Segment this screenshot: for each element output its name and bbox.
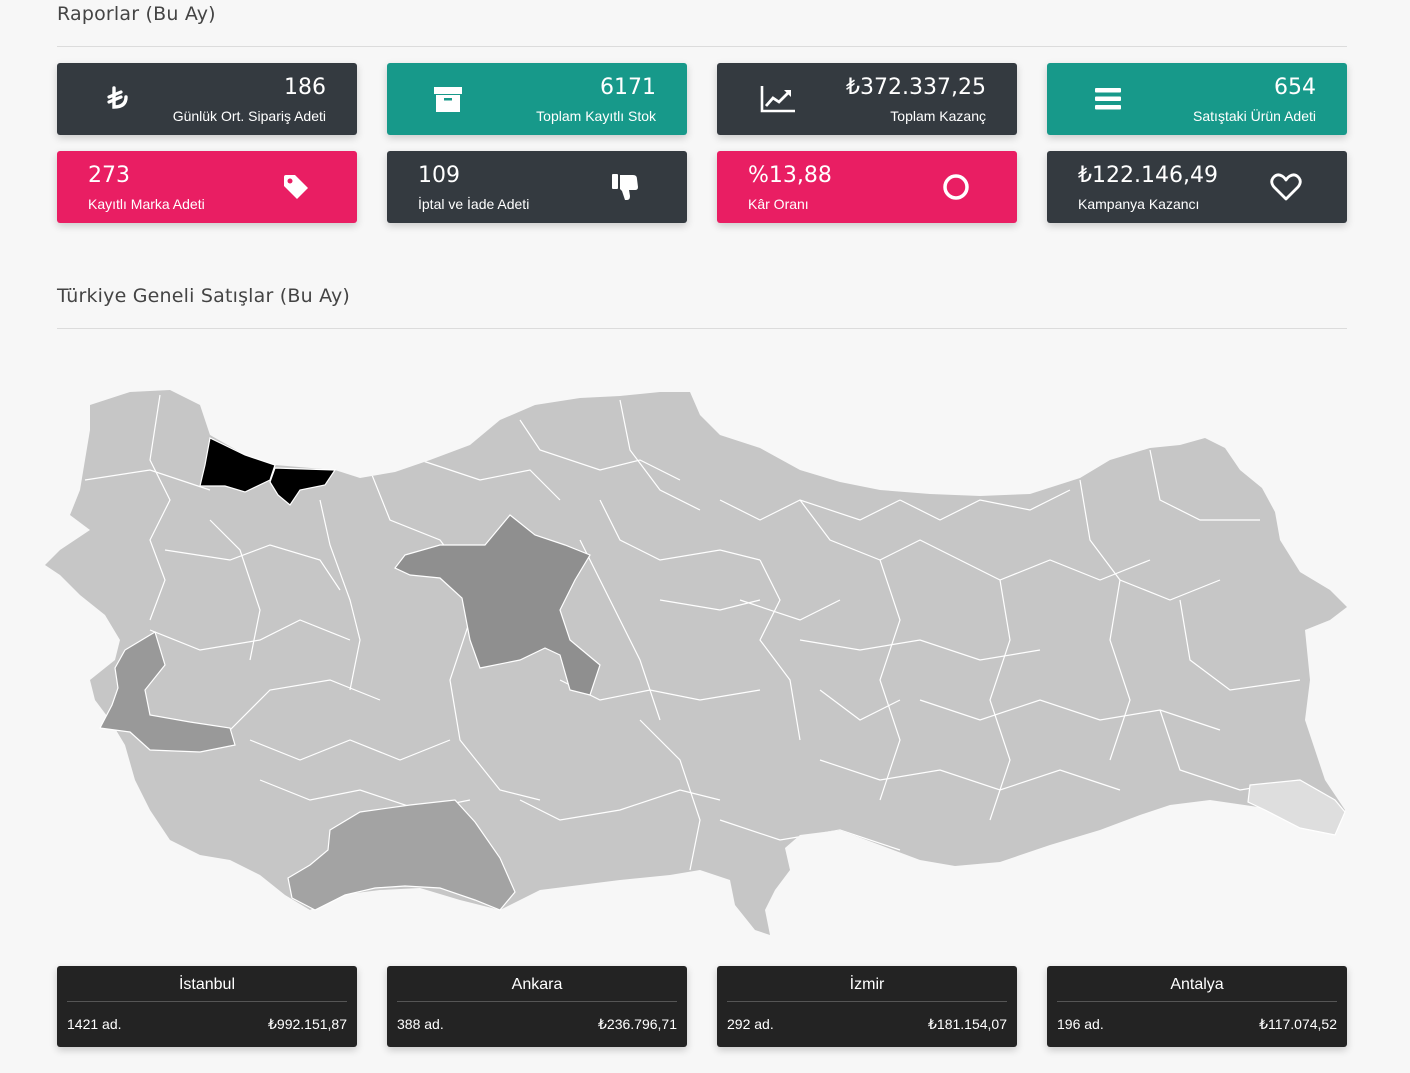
tag-icon	[278, 169, 314, 205]
city-total-amount: ₺992.151,87	[268, 1016, 347, 1032]
cancel-return-card: 109 İptal ve İade Adeti	[387, 151, 687, 223]
card-label: Toplam Kayıtlı Stok	[536, 108, 656, 124]
card-value: ₺372.337,25	[846, 75, 986, 100]
profit-rate-card: %13,88 Kâr Oranı	[717, 151, 1017, 223]
products-on-sale-card: 654 Satıştaki Ürün Adeti	[1047, 63, 1347, 135]
card-value: 654	[1274, 75, 1316, 100]
city-order-count: 1421 ad.	[67, 1016, 122, 1032]
city-name: İstanbul	[178, 976, 236, 993]
city-card-antalya: Antalya 196 ad. ₺117.074,52	[1047, 966, 1347, 1047]
city-card-izmir: İzmir 292 ad. ₺181.154,07	[717, 966, 1017, 1047]
city-name: İzmir	[849, 976, 885, 993]
city-name: Ankara	[511, 976, 563, 993]
turkey-sales-map	[40, 385, 1350, 945]
heart-icon	[1268, 169, 1304, 205]
city-order-count: 196 ad.	[1057, 1016, 1104, 1032]
city-card-istanbul: İstanbul 1421 ad. ₺992.151,87	[57, 966, 357, 1047]
card-value: 6171	[600, 75, 656, 100]
card-value: %13,88	[748, 163, 832, 188]
reports-title: Raporlar (Bu Ay)	[57, 3, 216, 25]
card-label: Kayıtlı Marka Adeti	[88, 196, 205, 212]
total-stock-card: 6171 Toplam Kayıtlı Stok	[387, 63, 687, 135]
campaign-earnings-card: ₺122.146,49 Kampanya Kazancı	[1047, 151, 1347, 223]
bars-icon	[1090, 81, 1126, 117]
city-order-count: 292 ad.	[727, 1016, 774, 1032]
city-total-amount: ₺181.154,07	[928, 1016, 1007, 1032]
card-value: 273	[88, 163, 130, 188]
reports-divider	[57, 46, 1347, 47]
total-earnings-card: ₺372.337,25 Toplam Kazanç	[717, 63, 1017, 135]
thumbs-down-icon	[608, 169, 644, 205]
city-order-count: 388 ad.	[397, 1016, 444, 1032]
city-name: Antalya	[1170, 976, 1224, 993]
card-label: İptal ve İade Adeti	[418, 196, 530, 212]
city-divider	[397, 1001, 677, 1002]
circle-icon	[938, 169, 974, 205]
daily-avg-orders-card: 186 Günlük Ort. Sipariş Adeti	[57, 63, 357, 135]
card-label: Günlük Ort. Sipariş Adeti	[172, 108, 326, 124]
card-label: Satıştaki Ürün Adeti	[1193, 108, 1316, 124]
city-total-amount: ₺236.796,71	[598, 1016, 677, 1032]
card-value: ₺122.146,49	[1078, 163, 1218, 188]
city-total-amount: ₺117.074,52	[1259, 1016, 1337, 1032]
brand-count-card: 273 Kayıtlı Marka Adeti	[57, 151, 357, 223]
archive-box-icon	[430, 81, 466, 117]
city-divider	[1057, 1001, 1337, 1002]
city-card-ankara: Ankara 388 ad. ₺236.796,71	[387, 966, 687, 1047]
line-chart-icon	[760, 81, 796, 117]
card-label: Toplam Kazanç	[890, 108, 986, 124]
city-divider	[67, 1001, 347, 1002]
card-label: Kâr Oranı	[748, 196, 809, 212]
card-label: Kampanya Kazancı	[1078, 196, 1200, 212]
sales-map-title: Türkiye Geneli Satışlar (Bu Ay)	[57, 285, 351, 307]
lira-icon	[100, 81, 136, 117]
sales-map-divider	[57, 328, 1347, 329]
card-value: 109	[418, 163, 460, 188]
city-divider	[727, 1001, 1007, 1002]
card-value: 186	[284, 75, 326, 100]
